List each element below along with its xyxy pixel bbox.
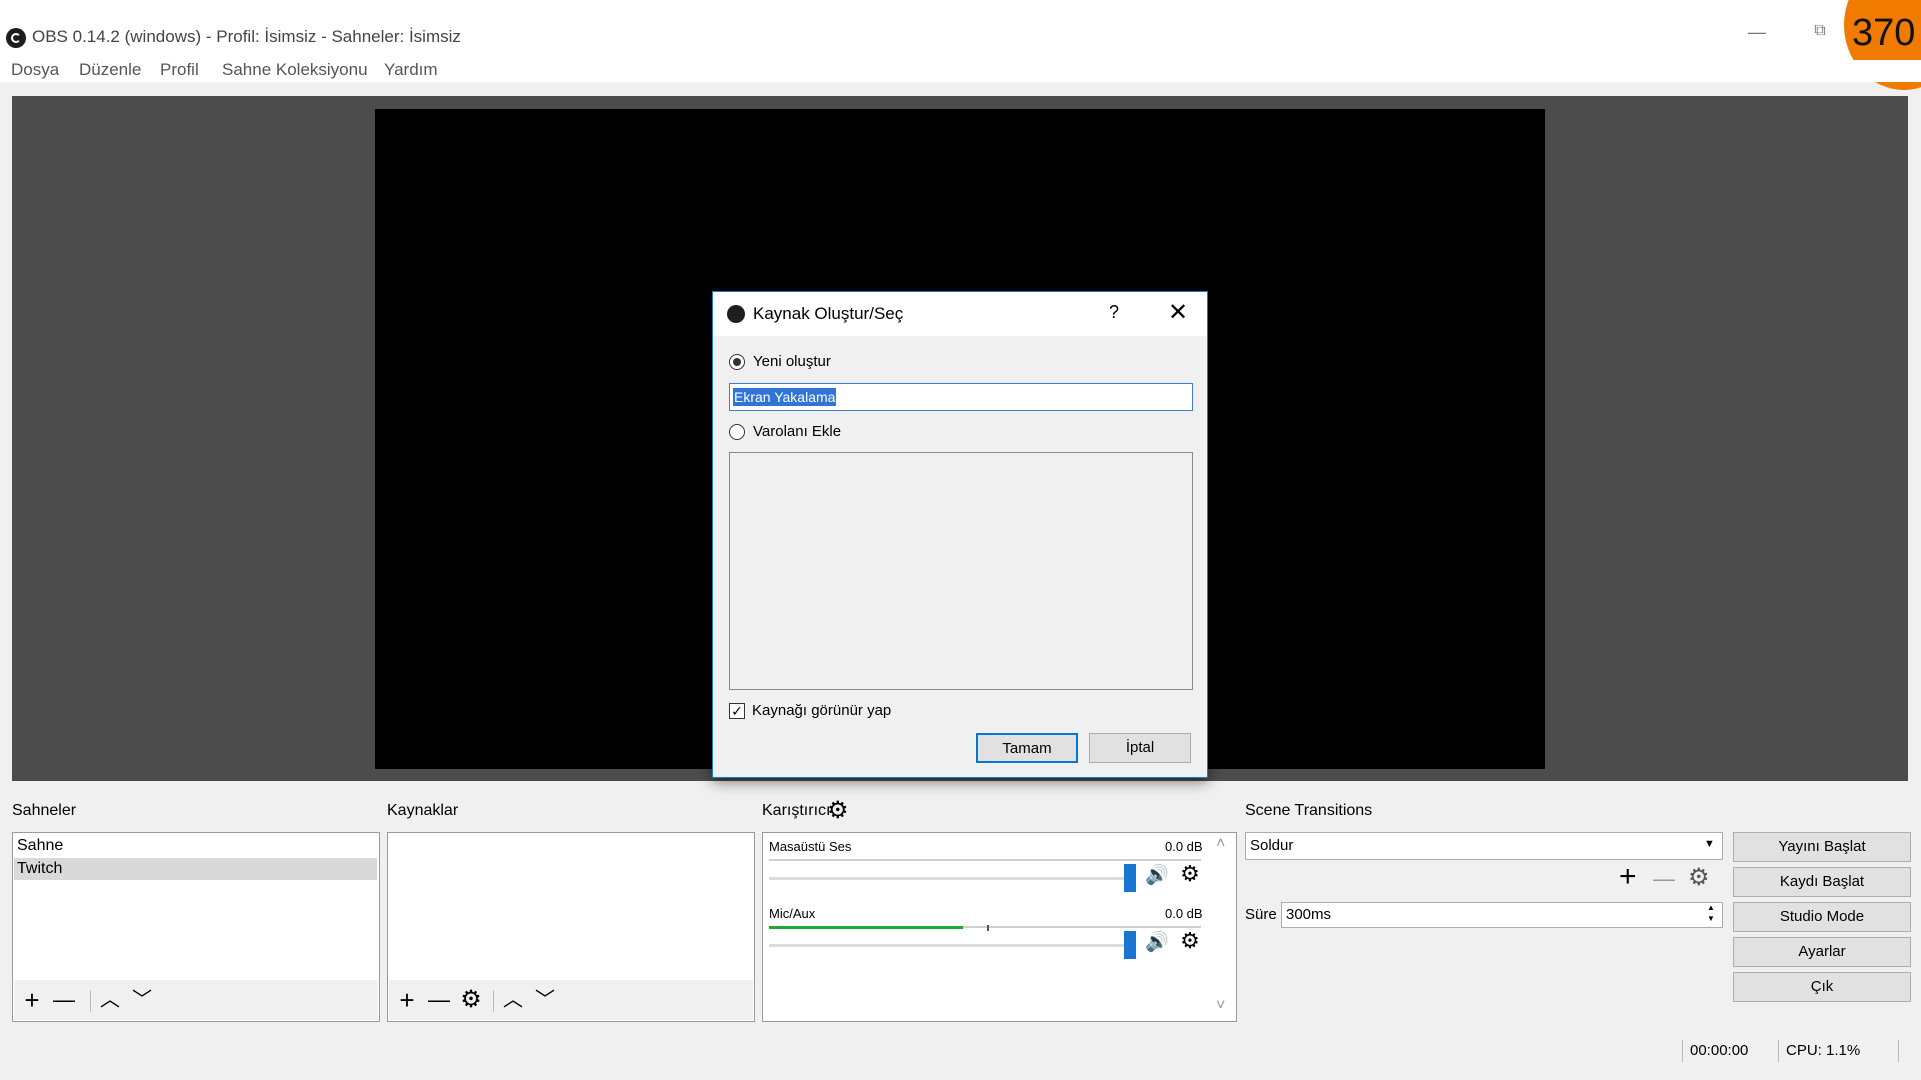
status-divider <box>1898 1040 1899 1062</box>
volume-slider-handle[interactable] <box>1124 864 1136 892</box>
transitions-title: Scene Transitions <box>1245 802 1373 819</box>
add-existing-radio[interactable] <box>729 424 745 440</box>
stream-time: 00:00:00 <box>1690 1042 1749 1059</box>
mixer-channel-db: 0.0 dB <box>1165 906 1203 921</box>
duration-value: 300ms <box>1286 906 1332 923</box>
dialog-obs-icon <box>727 305 745 323</box>
spin-down-icon[interactable]: ▼ <box>1707 914 1715 924</box>
transition-select-value: Soldur <box>1250 837 1294 854</box>
source-name-input[interactable]: Ekran Yakalama <box>729 383 1193 411</box>
cpu-usage: CPU: 1.1% <box>1786 1042 1861 1059</box>
move-down-icon[interactable]: ﹀ <box>531 986 559 1014</box>
mixer-channel-db: 0.0 dB <box>1165 839 1203 854</box>
scroll-down-icon[interactable]: ˅ <box>1216 997 1225 1015</box>
volume-slider-handle[interactable] <box>1124 931 1136 959</box>
scenes-toolbar: + — ︿ ﹀ <box>14 980 378 1020</box>
move-down-icon[interactable]: ﹀ <box>128 986 156 1014</box>
scroll-up-icon[interactable]: ˄ <box>1216 835 1225 853</box>
volume-meter <box>769 859 1201 861</box>
duration-label: Süre <box>1245 906 1277 923</box>
add-transition-icon[interactable]: + <box>1619 862 1637 892</box>
move-up-icon[interactable]: ︿ <box>96 986 124 1014</box>
volume-slider-track[interactable] <box>769 944 1129 947</box>
volume-slider-track[interactable] <box>769 877 1129 880</box>
speaker-icon[interactable]: 🔊 <box>1144 863 1170 887</box>
transition-settings-gear-icon[interactable]: ⚙ <box>1688 863 1710 892</box>
mixer-channel-name: Mic/Aux <box>769 906 816 921</box>
add-source-icon[interactable]: + <box>393 986 421 1014</box>
start-streaming-button[interactable]: Yayını Başlat <box>1733 832 1911 862</box>
make-visible-label: Kaynağı görünür yap <box>752 702 892 719</box>
chevron-down-icon: ▼ <box>1704 838 1715 850</box>
volume-meter <box>769 925 1201 931</box>
peak-marker <box>987 925 989 931</box>
transition-select[interactable]: Soldur ▼ <box>1245 832 1723 860</box>
dialog-title: Kaynak Oluştur/Seç <box>753 304 904 323</box>
exit-button[interactable]: Çık <box>1733 972 1911 1002</box>
sources-title: Kaynaklar <box>387 802 459 819</box>
restore-icon[interactable]: ⧉ <box>1808 22 1832 46</box>
scene-item-twitch[interactable]: Twitch <box>14 858 377 880</box>
duration-input[interactable]: 300ms ▲ ▼ <box>1281 902 1723 928</box>
menu-yardim[interactable]: Yardım <box>384 60 438 80</box>
scene-item-sahne[interactable]: Sahne <box>17 835 373 857</box>
channel-gear-icon[interactable]: ⚙ <box>1177 861 1203 887</box>
sources-panel: + — ⚙ ︿ ﹀ <box>387 832 755 1022</box>
badge-number: 370 <box>1852 12 1916 54</box>
toolbar-divider <box>90 990 91 1012</box>
mixer-title: Karıştırıcı <box>762 802 831 819</box>
channel-gear-icon[interactable]: ⚙ <box>1177 928 1203 954</box>
move-up-icon[interactable]: ︿ <box>499 986 527 1014</box>
add-scene-icon[interactable]: + <box>18 986 46 1014</box>
remove-source-icon[interactable]: — <box>425 986 453 1014</box>
status-divider <box>1682 1040 1683 1062</box>
status-bar <box>0 1040 1921 1080</box>
scenes-title: Sahneler <box>12 802 77 819</box>
close-icon[interactable]: ✕ <box>1163 298 1193 327</box>
scenes-panel: Sahne Twitch + — ︿ ﹀ <box>12 832 380 1022</box>
minimize-icon[interactable]: — <box>1745 22 1769 46</box>
menu-profil[interactable]: Profil <box>160 60 199 80</box>
mixer-settings-gear-icon[interactable]: ⚙ <box>827 796 849 825</box>
menu-bar: Dosya Düzenle Profil Sahne Koleksiyonu Y… <box>0 60 1921 82</box>
create-new-label: Yeni oluştur <box>753 353 831 370</box>
help-icon[interactable]: ? <box>1103 302 1125 323</box>
sources-toolbar: + — ⚙ ︿ ﹀ <box>389 980 753 1020</box>
mixer-panel: Masaüstü Ses 0.0 dB 🔊 ⚙ Mic/Aux 0.0 dB 🔊… <box>762 832 1237 1022</box>
source-properties-gear-icon[interactable]: ⚙ <box>457 986 485 1014</box>
remove-scene-icon[interactable]: — <box>50 986 78 1014</box>
create-source-dialog: Kaynak Oluştur/Seç ? ✕ Yeni oluştur Ekra… <box>712 291 1208 778</box>
volume-meter-level <box>769 926 964 929</box>
make-visible-checkbox[interactable]: ✓ <box>729 703 745 719</box>
remove-transition-icon[interactable]: — <box>1653 866 1675 892</box>
ok-button[interactable]: Tamam <box>976 733 1078 763</box>
cancel-button[interactable]: İptal <box>1089 733 1191 763</box>
menu-duzenle[interactable]: Düzenle <box>79 60 141 80</box>
toolbar-divider <box>493 990 494 1012</box>
create-new-radio[interactable] <box>729 354 745 370</box>
studio-mode-button[interactable]: Studio Mode <box>1733 902 1911 932</box>
obs-logo-icon <box>6 28 26 48</box>
speaker-icon[interactable]: 🔊 <box>1144 930 1170 954</box>
source-name-value: Ekran Yakalama <box>733 388 837 406</box>
status-divider <box>1778 1040 1779 1062</box>
settings-button[interactable]: Ayarlar <box>1733 937 1911 967</box>
add-existing-label: Varolanı Ekle <box>753 423 842 440</box>
menu-sahne-koleksiyonu[interactable]: Sahne Koleksiyonu <box>222 60 368 80</box>
start-recording-button[interactable]: Kaydı Başlat <box>1733 867 1911 897</box>
window-title: OBS 0.14.2 (windows) - Profil: İsimsiz -… <box>32 27 461 46</box>
spin-up-icon[interactable]: ▲ <box>1707 903 1715 913</box>
menu-dosya[interactable]: Dosya <box>11 60 59 80</box>
mixer-channel-name: Masaüstü Ses <box>769 839 852 854</box>
existing-sources-list[interactable] <box>729 452 1193 690</box>
